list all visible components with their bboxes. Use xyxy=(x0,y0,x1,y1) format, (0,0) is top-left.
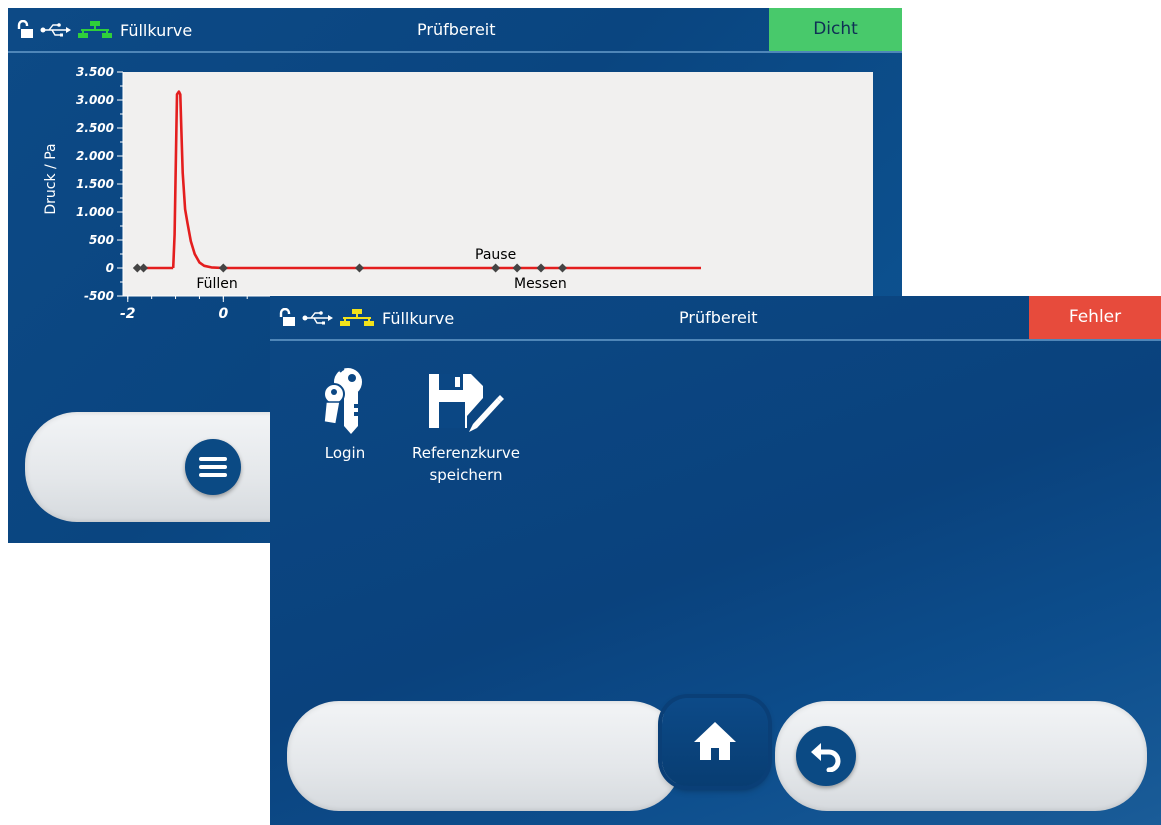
home-button[interactable] xyxy=(662,698,768,786)
y-tick-label: 3.000 xyxy=(76,93,114,107)
status-icons: Füllkurve xyxy=(16,20,192,40)
y-tick-label: 0 xyxy=(106,261,114,275)
status-badge: Fehler xyxy=(1029,296,1161,339)
status-icons: Füllkurve xyxy=(278,308,454,328)
phase-label: Pause xyxy=(475,247,516,263)
network-icon-yellow xyxy=(340,309,374,326)
login-menu-item[interactable]: Login xyxy=(305,366,385,464)
undo-icon xyxy=(811,743,841,772)
y-tick-label: 1.500 xyxy=(76,177,114,191)
status-bar: Füllkurve Prüfbereit Fehler xyxy=(270,296,1161,341)
save-curve-icon xyxy=(426,366,506,436)
save-reference-curve-menu-item[interactable]: Referenzkurve speichern xyxy=(406,366,526,486)
status-bar: Füllkurve Prüfbereit Dicht xyxy=(8,8,902,53)
hamburger-menu-icon xyxy=(199,457,227,477)
y-axis-title: Druck / Pa xyxy=(43,143,59,214)
login-label: Login xyxy=(324,444,366,462)
network-icon-green xyxy=(78,21,112,38)
home-icon xyxy=(694,722,736,760)
lock-open-icon xyxy=(17,20,33,38)
phase-label: Füllen xyxy=(196,276,237,292)
save-reference-curve-label-line2: speichern xyxy=(429,466,503,484)
screen-menu: Füllkurve Prüfbereit Fehler Login Refere… xyxy=(270,296,1161,825)
state-title: Prüfbereit xyxy=(417,20,496,39)
y-tick-label: -500 xyxy=(84,289,114,303)
x-tick-label: -2 xyxy=(120,306,136,322)
bottom-nav-left-bar xyxy=(287,701,682,811)
mode-label: Füllkurve xyxy=(120,20,193,40)
lock-open-icon xyxy=(279,308,295,326)
back-button[interactable] xyxy=(796,726,856,786)
status-badge: Dicht xyxy=(769,8,902,51)
y-tick-label: 2.500 xyxy=(76,121,114,135)
state-title: Prüfbereit xyxy=(679,308,758,327)
y-tick-label: 1.000 xyxy=(76,205,114,219)
usb-icon xyxy=(302,311,333,325)
usb-icon xyxy=(40,23,71,37)
y-tick-label: 500 xyxy=(89,233,114,247)
x-tick-label: 0 xyxy=(218,306,228,322)
save-reference-curve-label-line1: Referenzkurve xyxy=(412,444,520,462)
keys-icon xyxy=(305,366,385,436)
y-tick-label: 3.500 xyxy=(76,65,114,79)
y-tick-label: 2.000 xyxy=(76,149,114,163)
mode-label: Füllkurve xyxy=(382,308,455,328)
menu-button[interactable] xyxy=(185,439,241,495)
phase-label: Messen xyxy=(514,276,567,292)
